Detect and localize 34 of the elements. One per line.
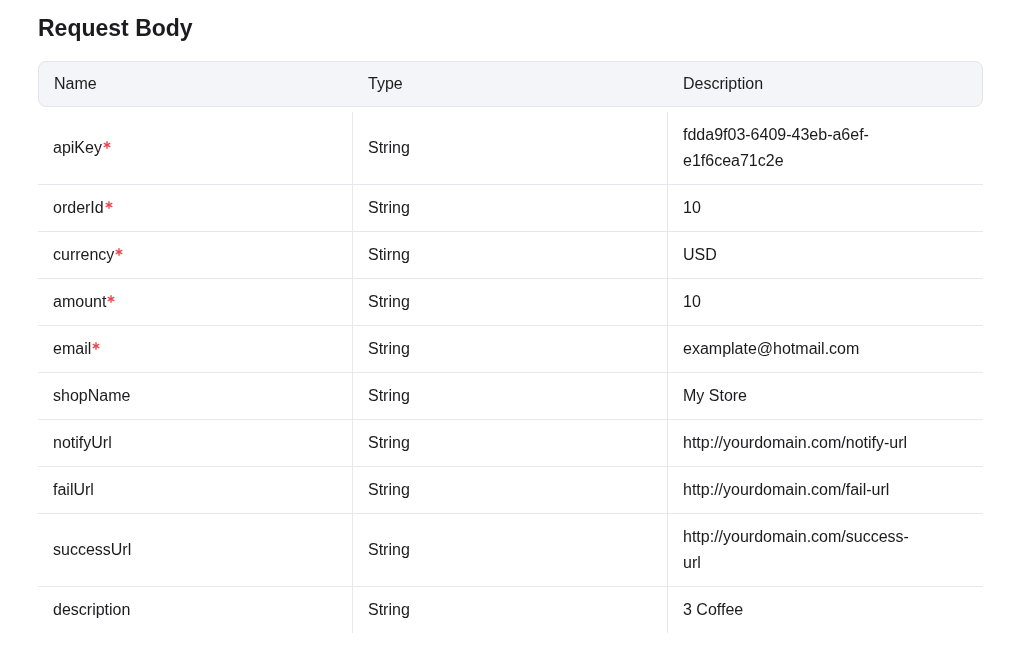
table-cell-text: 10 bbox=[683, 198, 701, 218]
table-cell-text: String bbox=[368, 198, 410, 218]
table-cell-text: http://yourdomain.com/fail-url bbox=[683, 480, 890, 500]
section-title: Request Body bbox=[38, 14, 194, 43]
parameter-name: description bbox=[53, 600, 131, 620]
table-cell-text: String bbox=[368, 540, 410, 560]
parameter-name: amount bbox=[53, 292, 107, 312]
parameter-name: currency bbox=[53, 245, 115, 265]
parameter-name: email bbox=[53, 339, 92, 359]
parameter-name: successUrl bbox=[53, 540, 132, 560]
table-cell-text: String bbox=[368, 138, 410, 158]
parameter-name: shopName bbox=[53, 386, 131, 406]
table-cell-text: Stirng bbox=[368, 245, 410, 265]
column-header: Type bbox=[367, 75, 404, 93]
table-cell-text: fdda9f03-6409-43eb-a6ef-e1f6cea71c2e bbox=[683, 125, 870, 171]
table-cell-text: String bbox=[368, 292, 410, 312]
table-cell-text: USD bbox=[683, 245, 717, 265]
parameter-name: apiKey bbox=[53, 138, 102, 158]
parameter-name: orderId bbox=[53, 198, 104, 218]
parameter-name: notifyUrl bbox=[53, 433, 112, 453]
column-header: Name bbox=[53, 75, 98, 93]
table-cell-text: http://yourdomain.com/notify-url bbox=[683, 433, 908, 453]
table-cell-text: http://yourdomain.com/success-url bbox=[683, 527, 910, 573]
table-cell-text: My Store bbox=[683, 386, 747, 406]
table-cell-text: 3 Coffee bbox=[683, 600, 744, 620]
parameter-name: failUrl bbox=[53, 480, 94, 500]
column-header: Description bbox=[682, 75, 765, 93]
table-cell-text: String bbox=[368, 433, 410, 453]
table-cell-text: String bbox=[368, 600, 410, 620]
table-cell-text: String bbox=[368, 339, 410, 359]
table-cell-text: 10 bbox=[683, 292, 701, 312]
table-cell-text: String bbox=[368, 480, 410, 500]
table-cell-text: examplate@hotmail.com bbox=[683, 339, 860, 359]
table-cell-text: String bbox=[368, 386, 410, 406]
